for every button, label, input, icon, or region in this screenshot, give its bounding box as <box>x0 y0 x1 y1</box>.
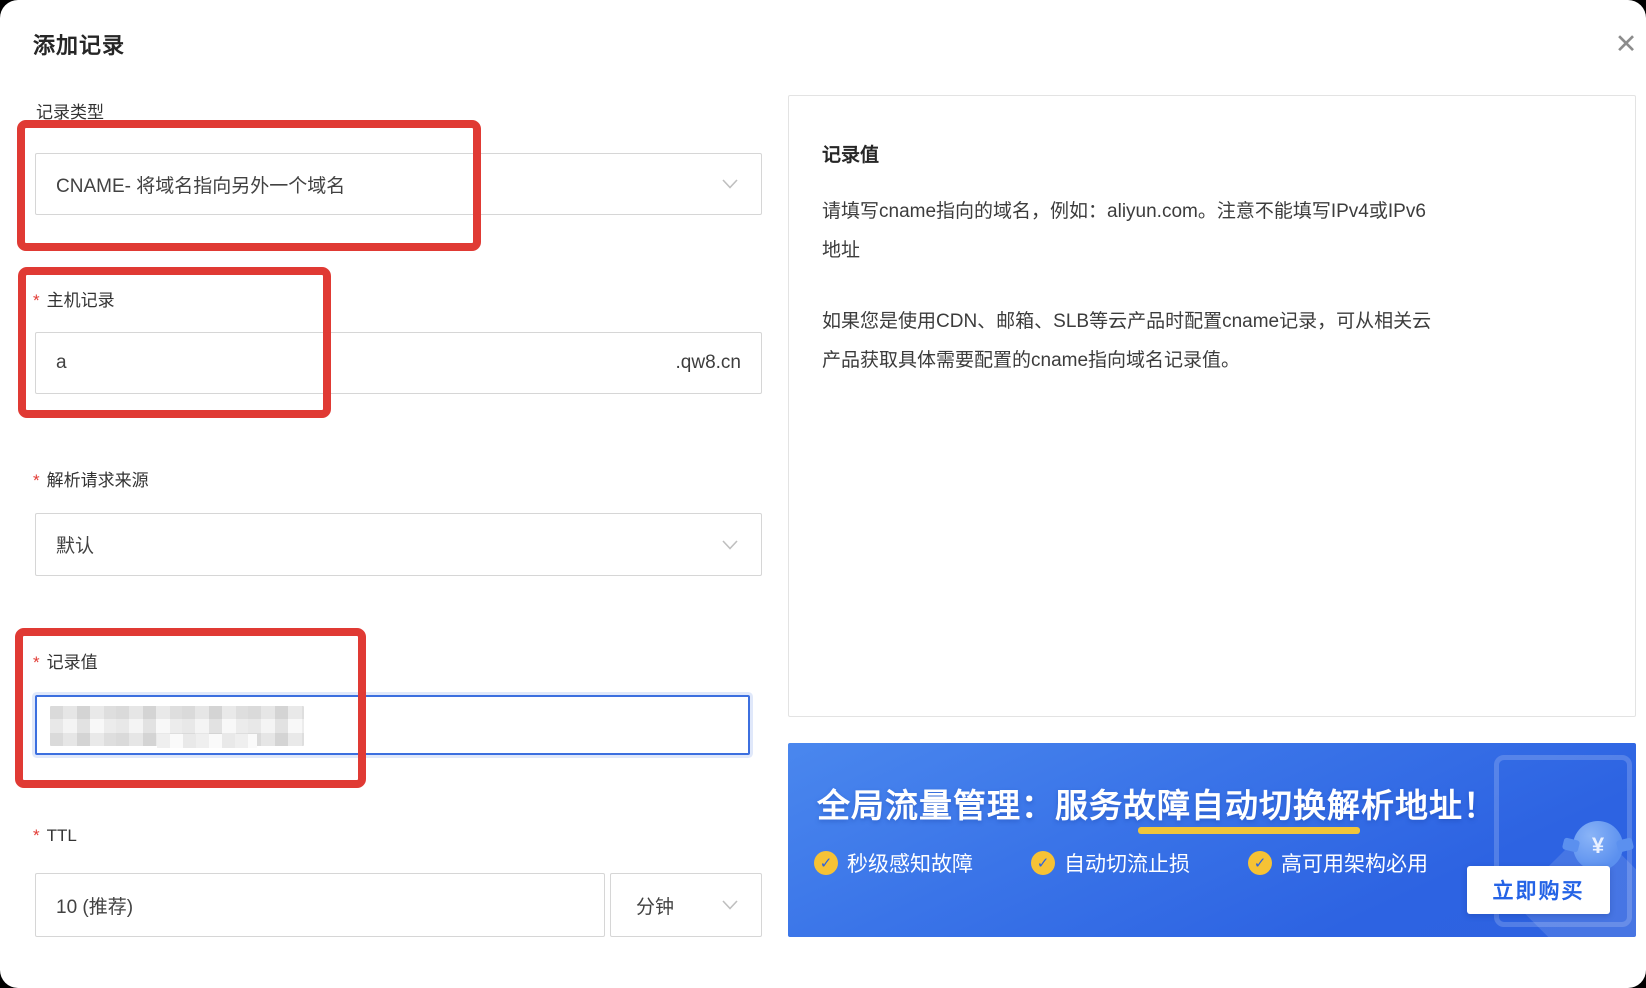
banner-feature-list: ✓ 秒级感知故障 ✓ 自动切流止损 ✓ 高可用架构必用 <box>814 848 1428 878</box>
dns-line-value: 默认 <box>56 536 95 557</box>
help-paragraph-1: 请填写cname指向的域名，例如：aliyun.com。注意不能填写IPv4或I… <box>822 192 1605 270</box>
record-type-label-text: 记录类型 <box>36 103 104 122</box>
headline-underline <box>1138 827 1360 834</box>
redacted-value-mosaic <box>157 734 257 748</box>
gtm-promo-banner: ¥ 全局流量管理：服务故障自动切换解析地址！ ✓ 秒级感知故障 ✓ 自动切流止损… <box>788 743 1636 937</box>
ttl-unit-value: 分钟 <box>636 896 675 918</box>
required-mark: * <box>33 826 40 845</box>
required-mark: * <box>33 291 40 310</box>
domain-suffix: .qw8.cn <box>675 352 741 373</box>
buy-now-button[interactable]: 立即购买 <box>1467 866 1610 914</box>
chevron-down-icon <box>721 539 739 551</box>
required-mark: * <box>33 471 40 490</box>
record-type-select[interactable]: CNAME- 将域名指向另外一个域名 <box>35 153 762 215</box>
record-value-label: * 记录值 <box>33 648 98 673</box>
add-record-dialog: 添加记录 ✕ 记录类型 CNAME- 将域名指向另外一个域名 * 主机记录 .qw… <box>0 0 1646 988</box>
required-mark: * <box>33 653 40 672</box>
feature-text: 自动切流止损 <box>1064 853 1190 876</box>
help-line: 地址 <box>822 240 861 261</box>
help-panel: 记录值 请填写cname指向的域名，例如：aliyun.com。注意不能填写IP… <box>788 95 1636 717</box>
check-icon: ✓ <box>1031 851 1055 875</box>
host-record-label-text: 主机记录 <box>46 291 115 310</box>
feature-text: 秒级感知故障 <box>847 853 973 876</box>
check-icon: ✓ <box>814 851 838 875</box>
check-icon: ✓ <box>1248 851 1272 875</box>
host-record-label: * 主机记录 <box>33 286 115 311</box>
record-value-input[interactable] <box>35 695 750 755</box>
ttl-input[interactable] <box>36 893 604 917</box>
record-value-label-text: 记录值 <box>46 653 98 672</box>
record-type-label: 记录类型 <box>36 98 104 123</box>
ttl-field <box>35 873 605 937</box>
banner-feature: ✓ 高可用架构必用 <box>1248 848 1428 878</box>
screen: 添加记录 ✕ 记录类型 CNAME- 将域名指向另外一个域名 * 主机记录 .qw… <box>0 0 1646 988</box>
host-record-input[interactable] <box>36 351 676 375</box>
help-line: 产品获取具体需要配置的cname指向域名记录值。 <box>822 350 1241 371</box>
chevron-down-icon <box>721 178 739 190</box>
feature-text: 高可用架构必用 <box>1281 853 1428 876</box>
dns-line-label: * 解析请求来源 <box>33 466 149 491</box>
record-type-value: CNAME- 将域名指向另外一个域名 <box>56 175 346 197</box>
help-panel-title: 记录值 <box>822 145 880 166</box>
host-record-field: .qw8.cn <box>35 332 762 394</box>
help-paragraph-2: 如果您是使用CDN、邮箱、SLB等云产品时配置cname记录，可从相关云 产品获… <box>822 302 1605 380</box>
yuan-coin-icon: ¥ <box>1573 821 1623 871</box>
close-icon[interactable]: ✕ <box>1608 26 1644 62</box>
dialog-title: 添加记录 <box>33 33 126 58</box>
banner-headline: 全局流量管理：服务故障自动切换解析地址！ <box>817 787 1497 824</box>
help-line: 如果您是使用CDN、邮箱、SLB等云产品时配置cname记录，可从相关云 <box>822 311 1432 332</box>
ttl-label: * TTL <box>33 826 77 846</box>
dns-line-select[interactable]: 默认 <box>35 513 762 576</box>
ttl-label-text: TTL <box>46 826 77 845</box>
ttl-unit-select[interactable]: 分钟 <box>610 873 762 937</box>
chevron-down-icon <box>721 899 739 911</box>
dns-line-label-text: 解析请求来源 <box>46 471 149 490</box>
banner-feature: ✓ 自动切流止损 <box>1031 848 1190 878</box>
help-line: 请填写cname指向的域名，例如：aliyun.com。注意不能填写IPv4或I… <box>822 201 1426 222</box>
banner-feature: ✓ 秒级感知故障 <box>814 848 973 878</box>
